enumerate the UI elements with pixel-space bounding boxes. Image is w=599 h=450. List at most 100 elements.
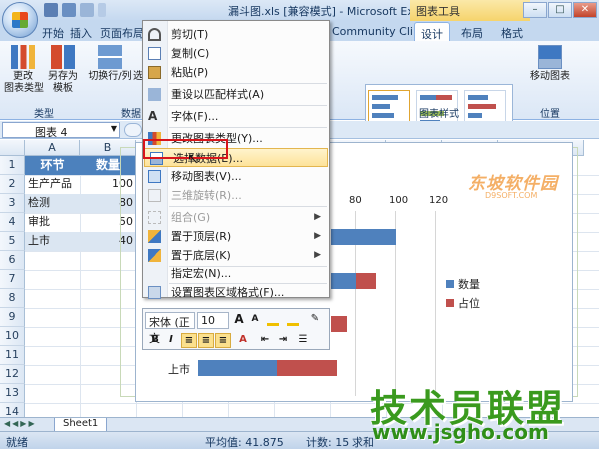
submenu-arrow-icon: ▶	[314, 250, 321, 260]
change-chart-type-button[interactable]: 更改 图表类型	[4, 45, 44, 95]
minimize-button[interactable]: –	[523, 2, 547, 18]
table-cell-stage[interactable]: 上市	[25, 232, 80, 251]
row-header[interactable]: 2	[0, 175, 25, 194]
shrink-font-button[interactable]: A	[247, 312, 263, 327]
fill-color-icon[interactable]	[265, 312, 281, 327]
menu-item-reset-style[interactable]: 重设以匹配样式(A)	[143, 85, 329, 104]
bold-button[interactable]: B	[147, 333, 163, 348]
menu-item-label: 三维旋转(R)...	[171, 189, 242, 202]
bullets-icon[interactable]: ☰	[295, 333, 311, 348]
align-right-button[interactable]: ≡	[215, 333, 231, 348]
menu-item-assign-macro[interactable]: 指定宏(N)...	[143, 264, 329, 283]
decrease-indent-icon[interactable]: ⇤	[257, 333, 273, 348]
name-box[interactable]: 图表 4 ▼	[2, 122, 120, 139]
chart-bar-quantity[interactable]	[198, 360, 277, 376]
watermark-url: www.jsgho.com	[372, 420, 549, 444]
format-painter-icon[interactable]: ✎	[307, 312, 323, 327]
close-button[interactable]: ✕	[573, 2, 597, 18]
chart-tools-context-title: 图表工具	[410, 0, 530, 21]
context-menu: 剪切(T) 复制(C) 粘贴(P) 重设以匹配样式(A) A 字体(F)... 更…	[142, 20, 330, 299]
move-chart-icon	[148, 170, 161, 183]
send-back-icon	[148, 249, 161, 262]
move-chart-button[interactable]: 移动图表	[530, 45, 570, 83]
font-name-field[interactable]: 宋体 (正文	[145, 312, 195, 345]
group-icon	[148, 211, 161, 224]
table-header-stage[interactable]: 环节	[25, 156, 80, 175]
italic-button[interactable]: I	[163, 333, 179, 348]
chart-bar-placeholder[interactable]	[356, 273, 376, 289]
grow-font-button[interactable]: A	[231, 312, 247, 327]
switch-row-column-button[interactable]: 切换行/列	[88, 45, 132, 83]
legend-label-placeholder: 占位	[458, 297, 480, 310]
menu-item-copy[interactable]: 复制(C)	[143, 44, 329, 63]
row-header[interactable]: 3	[0, 194, 25, 213]
group-label-type: 类型	[34, 109, 54, 120]
row-header[interactable]: 7	[0, 270, 25, 289]
menu-item-paste[interactable]: 粘贴(P)	[143, 63, 329, 82]
chart-bar-placeholder[interactable]	[331, 316, 347, 332]
mini-toolbar: 宋体 (正文 10 A A ✎ B I ≡ ≡ ≡ A ⇤ ⇥ ☰	[142, 308, 330, 350]
row-header[interactable]: 12	[0, 365, 25, 384]
row-header[interactable]: 9	[0, 308, 25, 327]
switch-row-column-icon	[98, 45, 122, 69]
save-icon[interactable]	[44, 3, 58, 17]
table-cell-stage[interactable]: 生产产品	[25, 175, 80, 194]
sheet-tab-sheet1[interactable]: Sheet1	[54, 418, 108, 432]
tab-format[interactable]: 格式	[495, 22, 529, 41]
menu-item-label: 字体(F)...	[171, 110, 219, 123]
sheet-navigation-icon[interactable]: ◀◀▶▶	[4, 419, 37, 428]
table-cell-stage[interactable]: 审批	[25, 213, 80, 232]
table-cell-stage[interactable]: 检测	[25, 194, 80, 213]
align-left-button[interactable]: ≡	[181, 333, 197, 348]
save-as-template-button[interactable]: 另存为 模板	[44, 45, 82, 95]
format-area-icon	[148, 286, 161, 299]
menu-item-label: 指定宏(N)...	[171, 267, 232, 280]
row-header[interactable]: 5	[0, 232, 25, 251]
reset-style-icon	[148, 88, 161, 101]
menu-item-bring-to-front[interactable]: 置于顶层(R) ▶	[143, 227, 329, 246]
x-axis-tick: 80	[349, 195, 362, 206]
menu-item-font[interactable]: A 字体(F)...	[143, 107, 329, 126]
row-header[interactable]: 13	[0, 384, 25, 403]
chart-category-label: 上市	[168, 363, 190, 376]
group-label-styles: 图表样式	[419, 109, 459, 120]
row-header[interactable]: 8	[0, 289, 25, 308]
tab-design[interactable]: 设计	[414, 22, 450, 41]
align-center-button[interactable]: ≡	[198, 333, 214, 348]
save-as-template-label: 另存为 模板	[48, 71, 78, 94]
status-sum: 求和	[352, 436, 374, 449]
chart-bar-placeholder[interactable]	[277, 360, 337, 376]
row-header[interactable]: 6	[0, 251, 25, 270]
menu-item-send-to-back[interactable]: 置于底层(K) ▶	[143, 246, 329, 265]
row-header[interactable]: 4	[0, 213, 25, 232]
tab-insert[interactable]: 插入	[64, 22, 98, 41]
scissors-icon	[148, 28, 161, 41]
line-color-icon[interactable]	[285, 312, 301, 327]
font-color-icon[interactable]: A	[235, 333, 251, 348]
font-icon: A	[148, 109, 158, 123]
column-header-a[interactable]: A	[25, 140, 80, 156]
tab-layout[interactable]: 布局	[455, 22, 489, 41]
undo-icon[interactable]	[62, 3, 76, 17]
row-header[interactable]: 1	[0, 156, 25, 175]
menu-item-move-chart[interactable]: 移动图表(V)...	[143, 167, 329, 186]
row-header[interactable]: 10	[0, 327, 25, 346]
menu-item-label: 组合(G)	[171, 211, 211, 224]
office-button[interactable]	[2, 2, 38, 38]
formula-expand-button[interactable]	[124, 123, 142, 137]
legend-label-quantity: 数量	[458, 278, 480, 291]
chart-bar-quantity[interactable]	[331, 229, 396, 245]
row-header[interactable]: 11	[0, 346, 25, 365]
menu-item-cut[interactable]: 剪切(T)	[143, 25, 329, 44]
font-size-field[interactable]: 10	[197, 312, 229, 329]
chevron-down-icon[interactable]: ▼	[111, 124, 117, 133]
select-all-corner[interactable]	[0, 140, 25, 156]
submenu-arrow-icon: ▶	[314, 212, 321, 222]
chart-bar-quantity[interactable]	[331, 273, 356, 289]
maximize-button[interactable]: □	[548, 2, 572, 18]
menu-item-format-chart-area[interactable]: 设置图表区域格式(F)...	[143, 283, 329, 302]
redo-icon[interactable]	[80, 3, 94, 17]
increase-indent-icon[interactable]: ⇥	[275, 333, 291, 348]
customize-qat-icon[interactable]	[98, 3, 106, 17]
menu-item-label: 粘贴(P)	[171, 66, 209, 79]
